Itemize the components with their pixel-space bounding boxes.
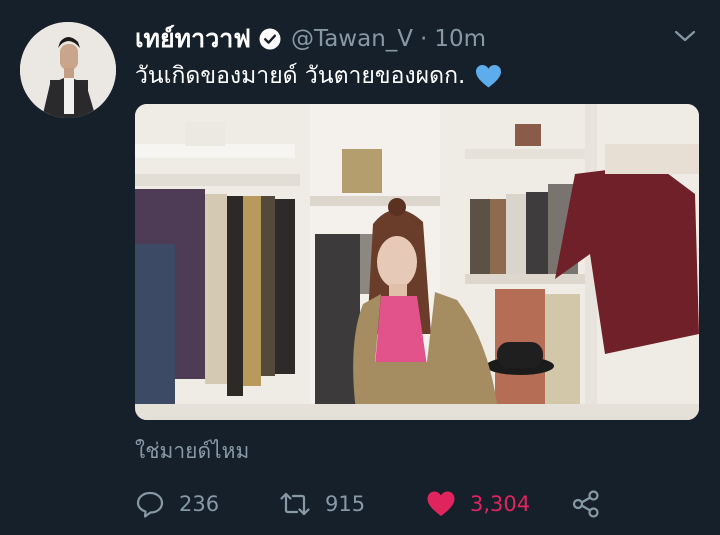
tweet-text: วันเกิดของมายด์ วันตายของผดก. bbox=[135, 58, 502, 94]
blue-heart-emoji-icon bbox=[475, 64, 502, 89]
reply-button[interactable]: 236 bbox=[135, 486, 219, 522]
timestamp[interactable]: 10m bbox=[434, 26, 486, 52]
share-button[interactable] bbox=[571, 486, 601, 522]
tweet-media-photo[interactable] bbox=[135, 104, 699, 420]
user-handle[interactable]: @Tawan_V bbox=[291, 26, 413, 52]
tweet-header: เทย์ทาวาฟ @Tawan_V · 10m bbox=[135, 22, 486, 56]
reply-count: 236 bbox=[179, 492, 220, 516]
tweet-actions: 236 915 3,304 bbox=[135, 486, 605, 522]
reply-icon bbox=[136, 491, 164, 518]
heart-icon bbox=[427, 491, 455, 516]
photo-image bbox=[135, 104, 699, 420]
like-button[interactable]: 3,304 bbox=[426, 486, 530, 522]
like-count: 3,304 bbox=[470, 492, 531, 516]
share-icon bbox=[572, 490, 599, 518]
display-name[interactable]: เทย์ทาวาฟ bbox=[135, 19, 251, 59]
avatar[interactable] bbox=[20, 22, 116, 118]
chevron-down-icon[interactable] bbox=[672, 26, 698, 46]
reply-text: ใช่มายด์ไหม bbox=[135, 439, 250, 463]
separator-dot: · bbox=[420, 26, 428, 52]
retweet-icon bbox=[280, 492, 310, 516]
avatar-photo bbox=[20, 22, 116, 118]
retweet-count: 915 bbox=[325, 492, 366, 516]
tweet-text-content: วันเกิดของมายด์ วันตายของผดก. bbox=[135, 63, 466, 89]
retweet-button[interactable]: 915 bbox=[279, 486, 365, 522]
verified-badge-icon bbox=[259, 28, 281, 50]
